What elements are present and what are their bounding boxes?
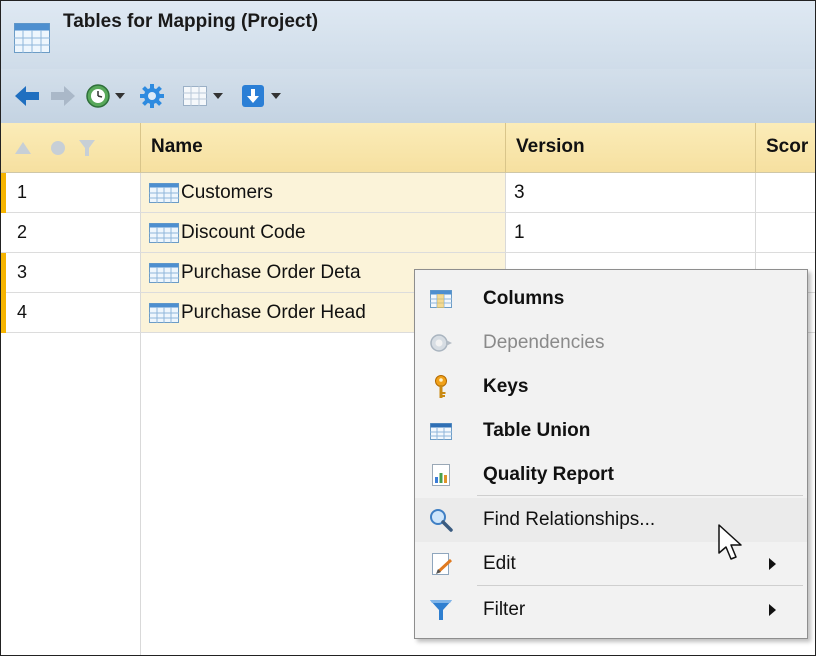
download-icon[interactable] [239,69,267,123]
window: Tables for Mapping (Project) Name Versio… [0,0,816,656]
menu-separator [477,495,803,496]
title-bar: Tables for Mapping (Project) [1,1,815,69]
menu-item-filter[interactable]: Filter [415,588,807,632]
clock-icon[interactable] [83,69,113,123]
chevron-down-icon[interactable] [113,69,127,123]
menu-item-quality-report[interactable]: Quality Report [415,453,807,497]
selection-marker [1,293,6,333]
menu-item-label: Edit [483,553,516,574]
column-header-score[interactable]: Scor [756,123,815,173]
table-row-name-cell[interactable]: Discount Code [141,213,506,253]
window-title: Tables for Mapping (Project) [63,11,319,32]
chevron-down-icon[interactable] [269,69,283,123]
submenu-arrow-icon [769,604,776,616]
key-icon [435,375,447,398]
table-row-name-cell[interactable]: Customers [141,173,506,213]
back-arrow-icon[interactable] [13,69,41,123]
sort-icon [15,142,31,154]
row-header-corner [1,123,141,173]
table-icon [149,183,179,203]
menu-item-table-union[interactable]: Table Union [415,409,807,453]
grid-icon[interactable] [181,69,209,123]
column-header-name[interactable]: Name [141,123,506,173]
menu-item-label: Keys [483,376,529,397]
menu-item-label: Columns [483,288,565,309]
row-number[interactable]: 4 [1,293,141,333]
chevron-down-icon[interactable] [211,69,225,123]
selection-marker [1,253,6,293]
menu-item-label: Filter [483,599,526,620]
table-union-icon [430,423,452,440]
table-icon [149,303,179,323]
table-row-score-cell[interactable] [756,213,815,253]
filter-icon [79,140,95,156]
quality-report-icon [432,464,450,486]
row-number[interactable]: 2 [1,213,141,253]
column-header-version[interactable]: Version [506,123,756,173]
menu-item-label: Quality Report [483,464,614,485]
table-icon [14,23,50,53]
table-row-score-cell[interactable] [756,173,815,213]
context-menu: Columns Dependencies Keys Table Union Qu… [414,269,808,639]
menu-item-label: Table Union [483,420,591,441]
toolbar [1,69,815,123]
menu-separator [477,585,803,586]
row-number[interactable]: 1 [1,173,141,213]
selection-marker [1,173,6,213]
menu-item-columns[interactable]: Columns [415,277,807,321]
row-number[interactable]: 3 [1,253,141,293]
table-row-version-cell[interactable]: 1 [506,213,756,253]
menu-item-label: Find Relationships... [483,509,656,530]
mouse-cursor-icon [718,524,742,560]
search-icon [430,509,453,532]
forward-arrow-icon[interactable] [49,69,77,123]
table-icon [149,263,179,283]
menu-item-dependencies: Dependencies [415,321,807,365]
status-icon [51,141,65,155]
submenu-arrow-icon [769,558,776,570]
table-icon [149,223,179,243]
table-row-version-cell[interactable]: 3 [506,173,756,213]
gear-icon[interactable] [137,69,167,123]
filter-icon [430,600,452,620]
dependencies-icon [430,334,452,352]
columns-icon [430,290,452,308]
menu-item-label: Dependencies [483,332,605,353]
edit-icon [432,553,453,575]
menu-item-keys[interactable]: Keys [415,365,807,409]
